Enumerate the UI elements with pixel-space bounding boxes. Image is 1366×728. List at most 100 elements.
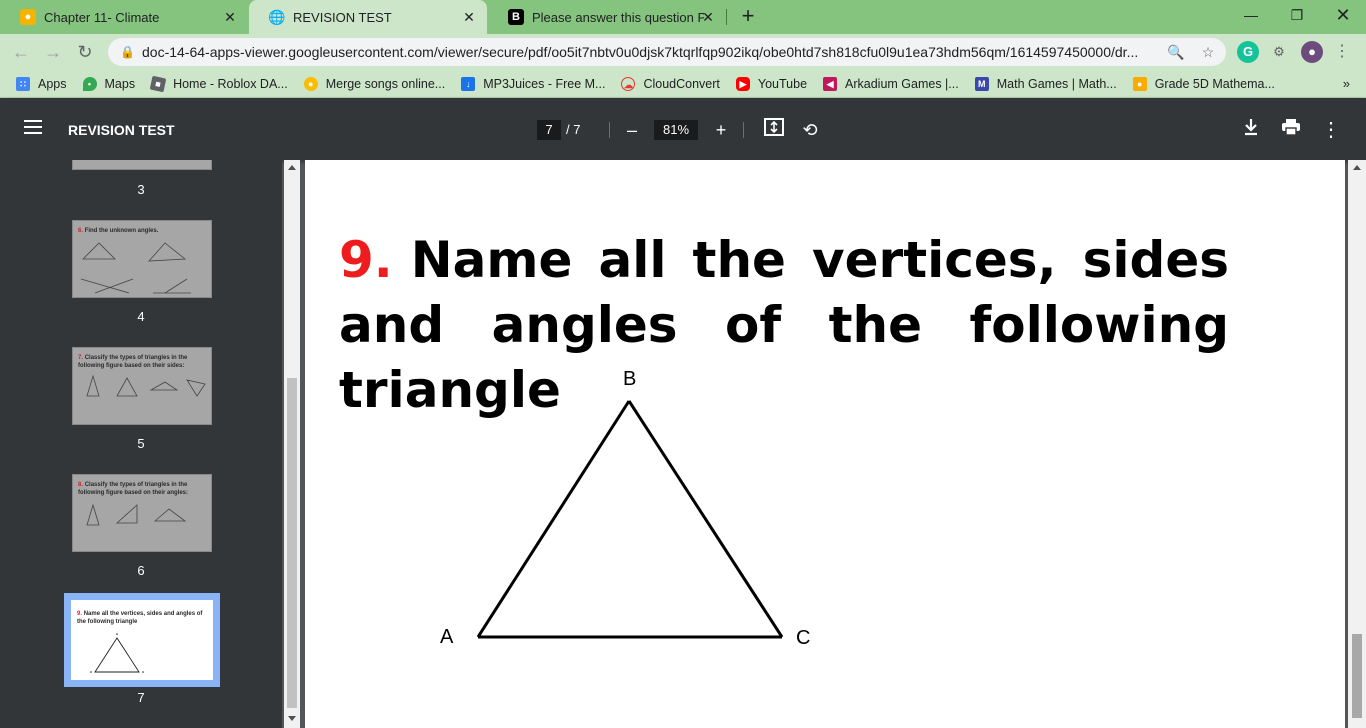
bookmark-label: Apps — [38, 76, 67, 91]
bookmark-grade-5d[interactable]: ● Grade 5D Mathema... — [1132, 76, 1275, 91]
thumbnail-page-number: 6 — [137, 563, 145, 578]
triangle-figure — [476, 400, 784, 639]
print-icon[interactable] — [1279, 118, 1303, 142]
vertex-label-c: C — [796, 627, 811, 649]
rotate-icon[interactable]: ⟲ — [798, 118, 822, 142]
tab-chapter-11-climate[interactable]: ● Chapter 11- Climate ✕ — [0, 0, 248, 34]
tab-please-answer[interactable]: B Please answer this question PLEA ✕ — [488, 0, 726, 34]
thumbnail-page-4[interactable]: 6. Find the unknown angles. — [72, 220, 212, 298]
merge-icon: ● — [303, 76, 318, 91]
thumbnail-figure — [86, 374, 206, 397]
classroom-icon: ● — [1132, 76, 1147, 91]
browser-toolbar: ← → ↻ 🔒 🔍 ☆ G ⚙ ● ⋮ — [0, 34, 1366, 70]
thumbnail-text: 7. Classify the types of triangles in th… — [78, 354, 206, 370]
arkadium-icon: ◀ — [823, 76, 838, 91]
page-number-input[interactable] — [537, 120, 561, 140]
thumbnail-sidebar: 3 6. Find the unknown angles. 4 7. Class… — [0, 160, 282, 728]
bookmark-label: Grade 5D Mathema... — [1154, 76, 1275, 91]
bookmark-apps[interactable]: ∷ Apps — [16, 76, 67, 91]
thumbnail-number: 7. — [78, 355, 84, 361]
close-icon[interactable]: ✕ — [222, 9, 238, 25]
pdf-toolbar: REVISION TEST / 7 – + ⟲ ⋮ — [0, 98, 1366, 160]
page-scrollbar[interactable] — [1348, 160, 1366, 728]
lock-icon: 🔒 — [120, 45, 135, 59]
download-icon[interactable] — [1239, 118, 1263, 142]
zoom-icon[interactable]: 🔍 — [1166, 42, 1186, 62]
scroll-down-icon[interactable] — [288, 716, 296, 721]
thumbnail-page-7[interactable]: 9. Name all the vertices, sides and angl… — [64, 593, 220, 687]
sidebar-scroll-thumb[interactable] — [287, 378, 297, 708]
tab-title: Please answer this question PLEA — [532, 9, 704, 25]
bookmark-youtube[interactable]: ▶ YouTube — [735, 76, 808, 91]
bookmark-label: YouTube — [757, 76, 808, 91]
bookmark-math-games[interactable]: M Math Games | Math... — [974, 76, 1117, 91]
triangle-side-bc — [627, 400, 784, 638]
thumbnail-page-3[interactable] — [72, 160, 212, 170]
bookmark-label: MP3Juices - Free M... — [483, 76, 606, 91]
grammarly-icon[interactable]: G — [1237, 41, 1259, 63]
toolbar-divider — [609, 122, 610, 138]
bookmark-label: Home - Roblox DA... — [173, 76, 288, 91]
bookmark-cloudconvert[interactable]: ☁ CloudConvert — [621, 76, 720, 91]
scroll-up-icon[interactable] — [1353, 165, 1361, 170]
google-classroom-icon: ● — [20, 9, 36, 25]
thumbnail-number: 6. — [78, 228, 84, 234]
restore-button[interactable]: ❐ — [1274, 0, 1320, 30]
tab-title: Chapter 11- Climate — [44, 9, 160, 25]
sidebar-scrollbar[interactable] — [284, 160, 300, 728]
bookmarks-overflow-icon[interactable]: » — [1343, 76, 1350, 91]
math-games-icon: M — [974, 76, 989, 91]
window-close-button[interactable]: ✕ — [1320, 0, 1366, 30]
bookmark-star-icon[interactable]: ☆ — [1198, 42, 1218, 62]
thumbnail-figure — [86, 503, 187, 526]
bookmark-roblox[interactable]: ■ Home - Roblox DA... — [149, 75, 288, 92]
scroll-up-icon[interactable] — [288, 165, 296, 170]
menu-icon[interactable] — [24, 120, 42, 134]
youtube-icon: ▶ — [735, 76, 750, 91]
pdf-page-7: 9. Name all the vertices, sides and angle… — [305, 160, 1345, 728]
close-icon[interactable]: ✕ — [700, 9, 716, 25]
bookmark-arkadium[interactable]: ◀ Arkadium Games |... — [823, 76, 959, 91]
thumbnail-page-number: 7 — [137, 690, 145, 705]
forward-button[interactable]: → — [40, 39, 66, 65]
bookmark-label: Arkadium Games |... — [845, 76, 959, 91]
roblox-icon: ■ — [149, 75, 167, 92]
thumbnail-page-5[interactable]: 7. Classify the types of triangles in th… — [72, 347, 212, 425]
thumbnail-page-6[interactable]: 8. Classify the types of triangles in th… — [72, 474, 212, 552]
url-input[interactable] — [142, 44, 1152, 60]
thumbnail-text: 9. Name all the vertices, sides and angl… — [77, 610, 205, 626]
more-options-icon[interactable]: ⋮ — [1319, 118, 1343, 142]
close-icon[interactable]: ✕ — [461, 9, 477, 25]
zoom-input[interactable] — [654, 120, 698, 140]
browser-menu-icon[interactable]: ⋮ — [1331, 41, 1353, 63]
thumbnail-text: 6. Find the unknown angles. — [78, 227, 206, 235]
tab-revision-test[interactable]: 🌐 REVISION TEST ✕ — [249, 0, 487, 34]
thumbnail-caption: Find the unknown angles. — [84, 228, 159, 234]
tab-title: REVISION TEST — [293, 9, 392, 25]
thumbnail-figure — [90, 633, 144, 673]
zoom-out-icon[interactable]: – — [620, 118, 644, 142]
bookmark-merge-songs[interactable]: ● Merge songs online... — [303, 76, 446, 91]
new-tab-button[interactable]: + — [737, 5, 759, 28]
toolbar-divider — [743, 122, 744, 138]
bookmark-mp3juices[interactable]: ↓ MP3Juices - Free M... — [461, 76, 606, 91]
tab-divider — [726, 9, 727, 25]
thumbnail-text: 8. Classify the types of triangles in th… — [78, 481, 206, 497]
reload-button[interactable]: ↻ — [72, 39, 98, 65]
bookmark-label: CloudConvert — [643, 76, 720, 91]
minimize-button[interactable]: — — [1228, 0, 1274, 30]
fit-page-icon[interactable] — [762, 118, 786, 142]
bookmark-maps[interactable]: • Maps — [82, 76, 135, 91]
bookmark-label: Merge songs online... — [325, 76, 446, 91]
zoom-in-icon[interactable]: + — [709, 118, 733, 142]
page-scroll-thumb[interactable] — [1352, 634, 1362, 718]
avatar[interactable]: ● — [1301, 41, 1323, 63]
apps-grid-icon: ∷ — [16, 76, 30, 91]
thumbnail-caption: Name all the vertices, sides and angles … — [77, 611, 203, 625]
brainly-icon: B — [508, 9, 524, 25]
address-bar[interactable]: 🔒 🔍 ☆ — [108, 38, 1226, 66]
extensions-puzzle-icon[interactable]: ⚙ — [1268, 41, 1290, 63]
back-button[interactable]: ← — [8, 39, 34, 65]
thumbnail-page-number: 4 — [137, 309, 145, 324]
vertex-label-a: A — [440, 626, 454, 648]
